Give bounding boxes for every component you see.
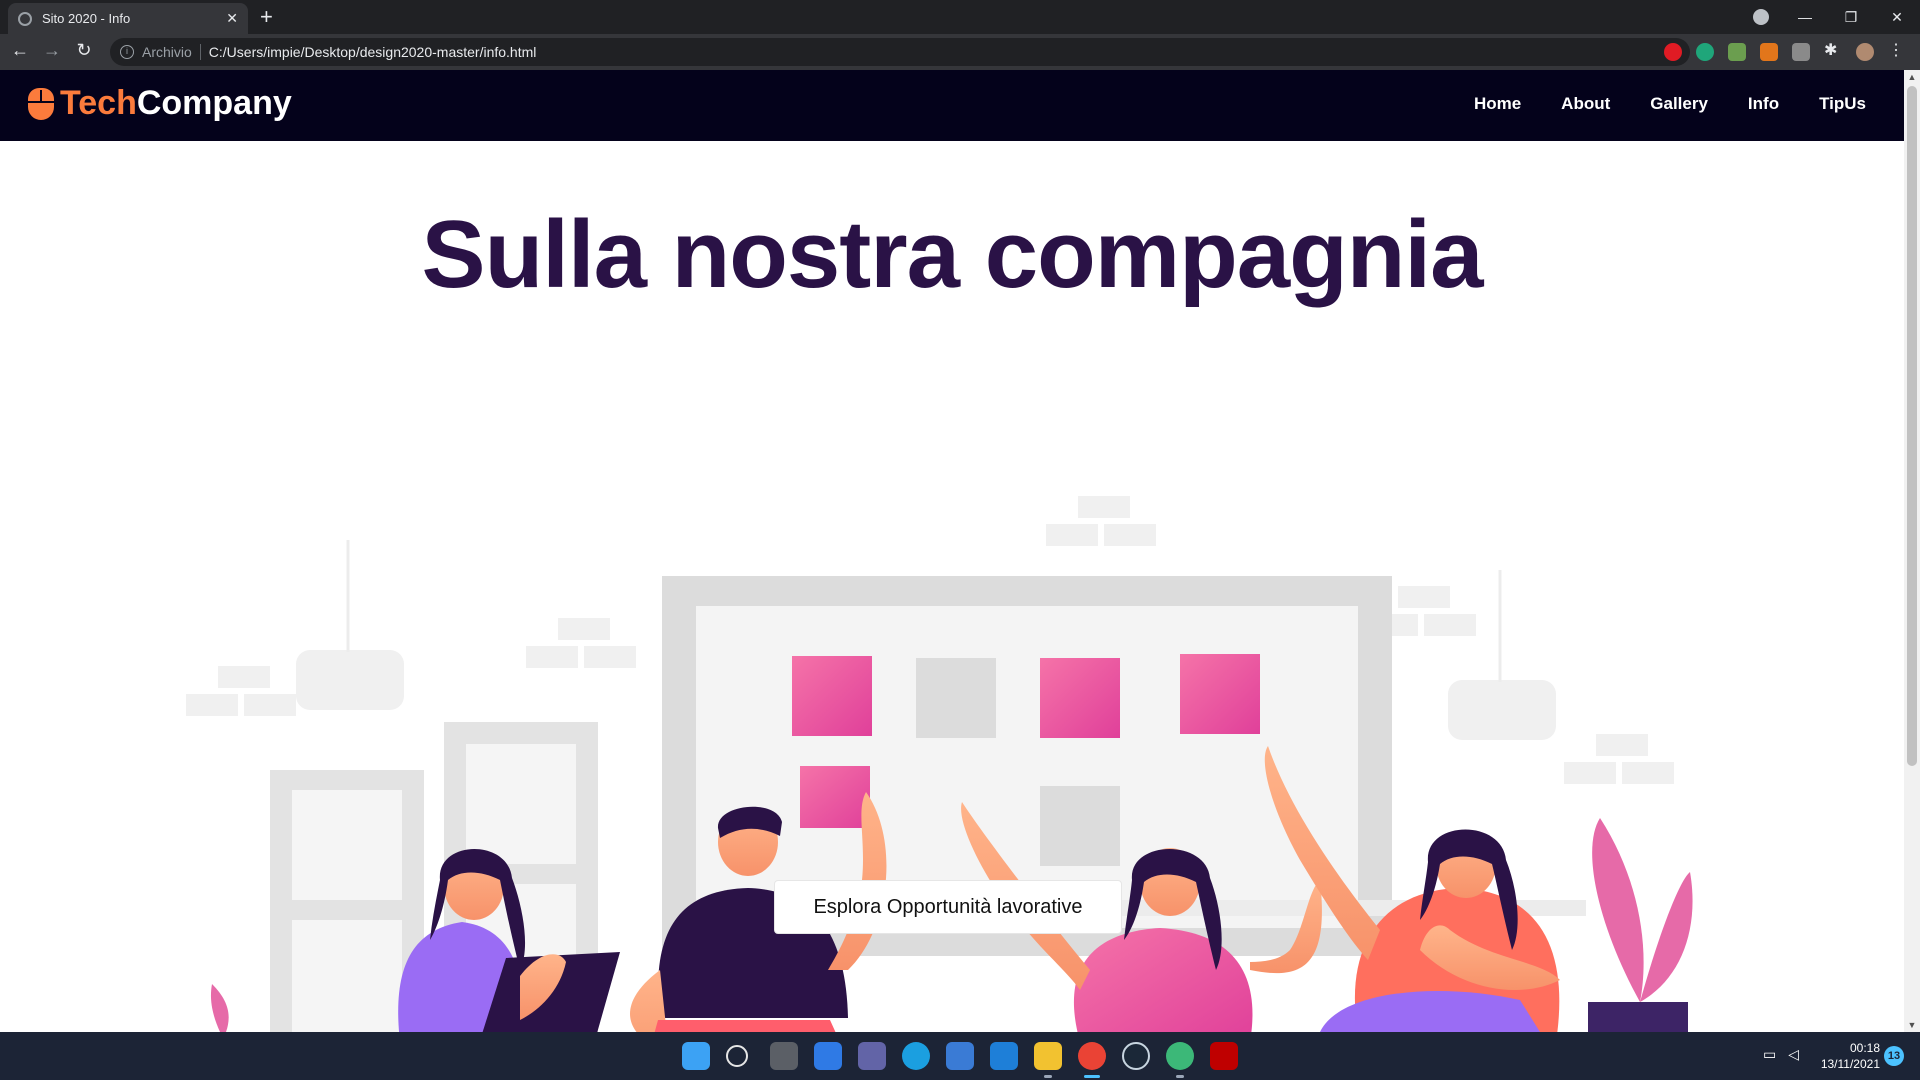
page-title: Sulla nostra compagnia [421,201,1484,308]
clock[interactable]: 00:18 13/11/2021 [1821,1040,1880,1072]
extension-green-icon[interactable] [1696,43,1714,61]
scroll-up-icon[interactable]: ▲ [1904,72,1920,82]
system-tray: ▭ ◁ [1763,1046,1799,1063]
browser-tab-bar: Sito 2020 - Info ✕ + — ❐ ✕ [0,0,1920,34]
new-tab-button[interactable]: + [260,4,273,30]
mail-icon[interactable] [990,1042,1018,1070]
info-icon[interactable]: i [120,45,134,59]
page-scrollbar[interactable]: ▲ ▼ [1904,70,1920,1032]
nav-home[interactable]: Home [1474,94,1521,114]
nav-gallery[interactable]: Gallery [1650,94,1708,114]
extension-red-icon[interactable] [1664,43,1682,61]
metamask-fox-icon[interactable] [1760,43,1778,61]
edge-browser-icon[interactable] [902,1042,930,1070]
forward-arrow-icon[interactable]: → [40,40,64,61]
tab-title: Sito 2020 - Info [42,11,131,26]
teams-chat-icon[interactable] [858,1042,886,1070]
windows-start-icon[interactable] [682,1042,710,1070]
menu-kebab-icon[interactable]: ⋮ [1888,40,1906,59]
close-window-button[interactable]: ✕ [1874,9,1920,26]
browser-tab[interactable]: Sito 2020 - Info ✕ [8,3,248,34]
clock-time: 00:18 [1849,1041,1880,1055]
scrollbar-thumb[interactable] [1907,86,1917,766]
browser-toolbar: ← → ↻ i Archivio C:/Users/impie/Desktop/… [0,34,1920,70]
scroll-down-icon[interactable]: ▼ [1904,1020,1920,1030]
globe-icon [18,11,32,26]
os-taskbar: ▭ ◁ 00:18 13/11/2021 13 [0,1032,1920,1080]
filezilla-icon[interactable] [1210,1042,1238,1070]
mouse-logo-icon [28,87,54,120]
restore-button[interactable]: ❐ [1828,9,1874,26]
tab-close-icon[interactable]: ✕ [226,10,238,27]
omnibox-divider [199,44,201,60]
store-icon[interactable] [946,1042,974,1070]
notification-badge[interactable]: 13 [1884,1046,1904,1066]
search-icon[interactable] [726,1045,748,1067]
nav-tipus[interactable]: TipUs [1819,94,1866,114]
widgets-icon[interactable] [814,1042,842,1070]
file-explorer-icon[interactable] [1034,1042,1062,1070]
reload-icon[interactable]: ↻ [72,40,96,61]
team-illustration [186,496,1693,1032]
explorer-running-indicator [1044,1075,1052,1078]
volume-icon[interactable]: ◁ [1788,1046,1799,1063]
minimize-button[interactable]: — [1782,9,1828,25]
brand-company: Company [136,84,292,122]
url-text[interactable]: C:/Users/impie/Desktop/design2020-master… [209,44,1666,60]
web-page: Tech Company Home About Gallery Info Tip… [0,70,1904,1032]
puzzle-extensions-icon[interactable]: ✱ [1824,40,1842,59]
network-icon[interactable]: ▭ [1763,1046,1776,1063]
chrome-browser-icon[interactable] [1078,1042,1106,1070]
site-header: Tech Company Home About Gallery Info Tip… [0,70,1904,141]
nav-info[interactable]: Info [1748,94,1779,114]
globe-app-icon[interactable] [1166,1042,1194,1070]
omnibox-label: Archivio [142,44,192,60]
chrome-active-indicator [1084,1075,1100,1078]
address-bar[interactable]: i Archivio C:/Users/impie/Desktop/design… [110,38,1690,66]
clock-date: 13/11/2021 [1820,1057,1880,1071]
brand-tech: Tech [60,84,137,122]
globe-running-indicator [1176,1075,1184,1078]
extension-image-icon[interactable] [1728,43,1746,61]
task-view-icon[interactable] [770,1042,798,1070]
main-nav: Home About Gallery Info TipUs [1474,94,1866,114]
nav-about[interactable]: About [1561,94,1610,114]
site-logo[interactable]: Tech Company [28,84,292,123]
back-arrow-icon[interactable]: ← [8,40,32,61]
window-controls: — ❐ ✕ [1782,0,1920,34]
profile-avatar[interactable] [1856,43,1874,61]
extension-grey-icon[interactable] [1792,43,1810,61]
steam-icon[interactable] [1122,1042,1150,1070]
tab-search-icon[interactable] [1753,9,1769,25]
explore-jobs-button[interactable]: Esplora Opportunità lavorative [774,880,1122,934]
